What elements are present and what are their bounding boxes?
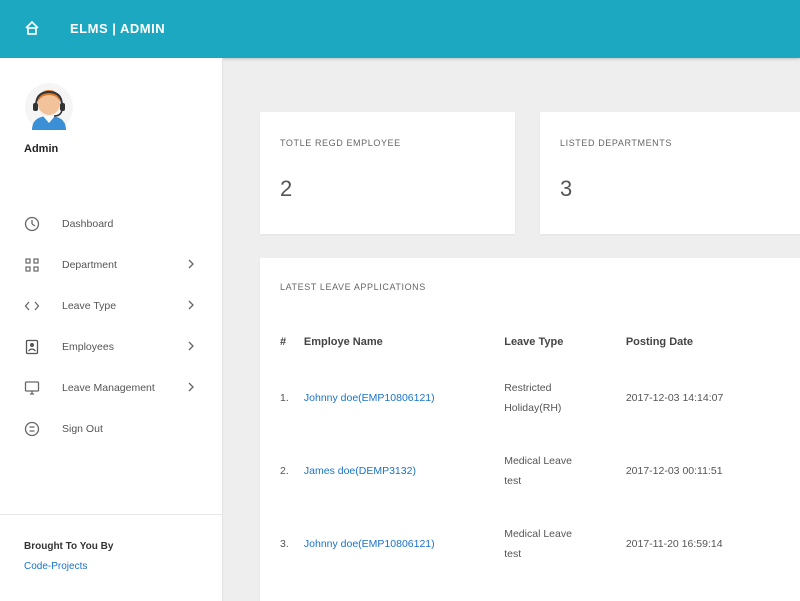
leave-type-cell: Medical Leave test xyxy=(504,435,626,508)
sidebar-footer: Brought To You By Code-Projects xyxy=(0,514,223,601)
dashboard-icon xyxy=(24,216,40,231)
sidebar-item-label: Leave Type xyxy=(62,299,117,312)
code-icon xyxy=(24,301,40,310)
avatar-headset-icon xyxy=(25,83,73,131)
leave-applications-table: # Employe Name Leave Type Posting Date 1… xyxy=(280,322,800,581)
sidebar-item-dashboard[interactable]: Dashboard xyxy=(0,203,223,244)
stat-label: TOTLE REGD EMPLOYEE xyxy=(280,138,401,148)
sidebar-item-label: Employees xyxy=(62,340,114,353)
leave-type-line: Holiday(RH) xyxy=(504,401,562,414)
top-bar: ELMS | ADMIN xyxy=(0,0,800,58)
stat-label: LISTED DEPARTMENTS xyxy=(560,138,672,148)
app-title[interactable]: ELMS | ADMIN xyxy=(70,21,165,36)
table-row: 1. Johnny doe(EMP10806121) Restricted Hol… xyxy=(280,362,800,435)
sidebar-item-label: Dashboard xyxy=(62,217,114,230)
sidebar-item-sign-out[interactable]: Sign Out xyxy=(0,408,223,449)
posting-date: 2017-12-03 14:14:07 xyxy=(625,391,724,404)
footer-credit-text: Brought To You By xyxy=(24,541,114,552)
row-number: 3. xyxy=(280,537,289,550)
table-row: 2. James doe(DEMP3132) Medical Leave test… xyxy=(280,435,800,508)
leave-type-line: Medical Leave xyxy=(504,527,572,540)
home-icon[interactable] xyxy=(24,20,40,36)
sidebar-item-label: Department xyxy=(62,258,117,271)
sidebar-item-label: Sign Out xyxy=(62,422,103,435)
sidebar: Admin Dashboard Department Leave Type Em… xyxy=(0,58,223,601)
stat-value: 3 xyxy=(560,176,573,201)
column-header: Posting Date xyxy=(625,336,694,348)
sidebar-item-leave-type[interactable]: Leave Type xyxy=(0,285,223,326)
leave-type-cell: Medical Leave test xyxy=(504,508,626,581)
leave-type-line: test xyxy=(504,547,522,560)
sidebar-item-employees[interactable]: Employees xyxy=(0,326,223,367)
stat-value: 2 xyxy=(280,176,293,201)
posting-date: 2017-11-20 16:59:14 xyxy=(625,537,723,550)
column-header: Employe Name xyxy=(303,336,383,348)
stat-card-employees: TOTLE REGD EMPLOYEE 2 xyxy=(260,112,515,234)
latest-leave-applications-card: LATEST LEAVE APPLICATIONS # Employe Name… xyxy=(260,258,800,601)
desktop-icon xyxy=(24,380,40,395)
employees-icon xyxy=(25,339,39,354)
employee-cell: James doe(DEMP3132) xyxy=(304,435,504,508)
footer-credit-link[interactable]: Code-Projects xyxy=(24,561,199,572)
employee-cell: Johnny doe(EMP10806121) xyxy=(304,508,504,581)
sidebar-item-leave-management[interactable]: Leave Management xyxy=(0,367,223,408)
leave-type-line: Restricted xyxy=(504,381,552,394)
employee-link[interactable]: Johnny doe(EMP10806121) xyxy=(304,392,435,404)
chevron-right-icon xyxy=(188,382,194,392)
stat-card-departments: LISTED DEPARTMENTS 3 xyxy=(540,112,800,234)
sidebar-item-department[interactable]: Department xyxy=(0,244,223,285)
posting-date: 2017-12-03 00:11:51 xyxy=(625,464,723,477)
sidebar-item-label: Leave Management xyxy=(62,381,155,394)
chevron-right-icon xyxy=(188,300,194,310)
row-number: 1. xyxy=(280,391,289,404)
row-number: 2. xyxy=(280,464,289,477)
chevron-right-icon xyxy=(188,259,194,269)
chevron-right-icon xyxy=(188,341,194,351)
department-icon xyxy=(25,257,39,272)
sidebar-nav: Dashboard Department Leave Type Employee… xyxy=(0,203,223,449)
table-row: 3. Johnny doe(EMP10806121) Medical Leave… xyxy=(280,508,800,581)
leave-type-line: Medical Leave xyxy=(504,454,572,467)
leave-type-cell: Restricted Holiday(RH) xyxy=(504,362,626,435)
column-header: # xyxy=(280,336,287,348)
column-header: Leave Type xyxy=(504,336,564,348)
table-header-row: # Employe Name Leave Type Posting Date xyxy=(280,322,800,362)
sign-out-icon xyxy=(24,421,40,436)
employee-link[interactable]: James doe(DEMP3132) xyxy=(304,465,416,477)
admin-name: Admin xyxy=(24,143,59,155)
employee-cell: Johnny doe(EMP10806121) xyxy=(304,362,504,435)
leave-type-line: test xyxy=(504,474,522,487)
employee-link[interactable]: Johnny doe(EMP10806121) xyxy=(304,538,435,550)
section-title: LATEST LEAVE APPLICATIONS xyxy=(280,282,426,292)
